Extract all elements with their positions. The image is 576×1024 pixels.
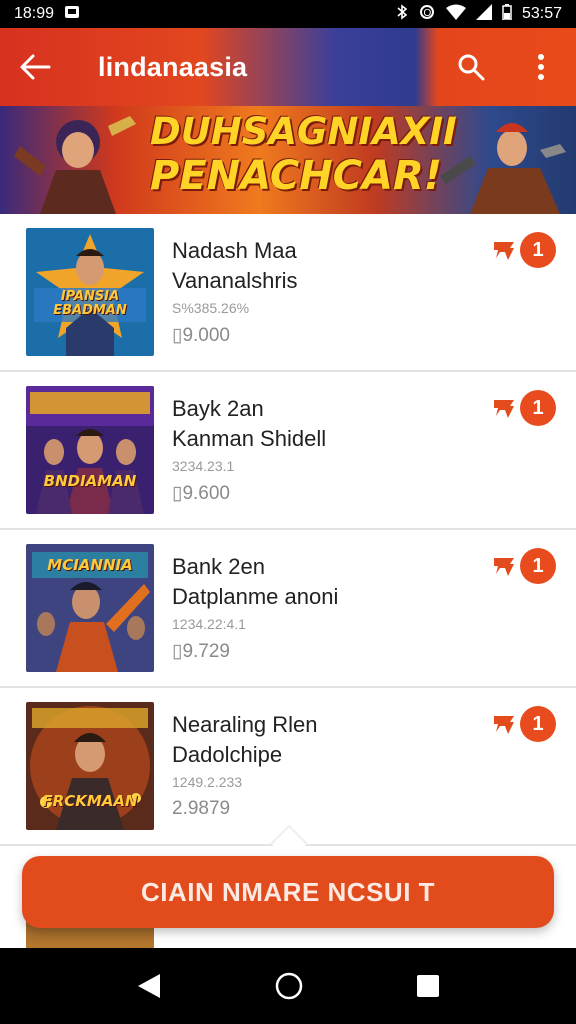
back-arrow-icon xyxy=(20,54,51,80)
item-title: Bank 2en xyxy=(172,554,265,579)
more-vert-icon xyxy=(538,54,544,80)
item-meta: S%385.26% xyxy=(172,300,250,316)
item-thumbnail: IPANSIA EBADMAN xyxy=(26,228,154,356)
banner-headline: DUHSAGNIAXII PENACHCAR! xyxy=(150,110,457,199)
status-time-left: 18:99 xyxy=(14,5,55,22)
banner-line-2: PENACHCAR! xyxy=(150,153,443,199)
overflow-menu-button[interactable] xyxy=(506,28,576,106)
item-meta: 3234.23.1 xyxy=(172,458,235,474)
list-item[interactable]: MCIANNIA Bank 2en Datplanme anoni 1234.2… xyxy=(0,530,576,688)
system-nav-bar xyxy=(0,948,576,1024)
notification-icon xyxy=(64,5,80,24)
nav-home-icon[interactable] xyxy=(274,971,304,1001)
item-price: 2.9879 xyxy=(172,798,231,819)
item-title: Nadash Maa xyxy=(172,238,297,263)
tag-icon[interactable] xyxy=(492,554,516,578)
item-thumbnail-caption: MCIANNIA xyxy=(47,556,133,574)
item-title: Nearaling Rlen xyxy=(172,712,318,737)
count-badge[interactable]: 1 xyxy=(520,706,556,742)
promo-banner[interactable]: DUHSAGNIAXII PENACHCAR! xyxy=(0,106,576,214)
item-price: ▯9.600 xyxy=(172,483,231,504)
item-meta: 1234.22:4.1 xyxy=(172,616,246,632)
count-badge[interactable]: 1 xyxy=(520,390,556,426)
tag-icon[interactable] xyxy=(492,396,516,420)
item-meta: 1249.2.233 xyxy=(172,774,243,790)
data-icon: O xyxy=(418,4,436,25)
game-list: IPANSIA EBADMAN Nadash Maa Vananalshris … xyxy=(0,214,576,846)
signal-icon xyxy=(475,3,492,25)
status-bar: 18:99 O 53:57 xyxy=(0,0,576,28)
item-subtitle: Dadolchipe xyxy=(172,742,283,767)
app-bar: lindanaasia xyxy=(0,28,576,106)
item-price: ▯9.729 xyxy=(172,641,231,662)
search-button[interactable] xyxy=(436,28,506,106)
item-thumbnail: MCIANNIA xyxy=(26,544,154,672)
tag-icon[interactable] xyxy=(492,712,516,736)
app-title: lindanaasia xyxy=(98,51,248,82)
list-item[interactable]: IPANSIA EBADMAN Nadash Maa Vananalshris … xyxy=(0,214,576,372)
banner-line-1: DUHSAGNIAXII xyxy=(150,110,457,153)
item-thumbnail-caption: IPANSIA EBADMAN xyxy=(53,289,127,318)
item-subtitle: Datplanme anoni xyxy=(172,584,339,609)
battery-icon xyxy=(502,3,512,25)
nav-recents-icon[interactable] xyxy=(416,974,440,998)
item-thumbnail-caption: BNDIAMAN xyxy=(43,472,137,490)
cta-container: CIAIN NMARE NCSUI T xyxy=(0,824,576,948)
count-badge[interactable]: 1 xyxy=(520,548,556,584)
item-thumbnail: FRCKMAAN xyxy=(26,702,154,830)
svg-text:O: O xyxy=(423,8,431,19)
status-time-right: 53:57 xyxy=(521,5,562,22)
item-title: Bayk 2an xyxy=(172,396,264,421)
search-icon xyxy=(458,54,485,81)
count-badge[interactable]: 1 xyxy=(520,232,556,268)
item-thumbnail-caption: FRCKMAAN xyxy=(42,792,138,810)
tag-icon[interactable] xyxy=(492,238,516,262)
item-thumbnail: BNDIAMAN xyxy=(26,386,154,514)
wifi-icon xyxy=(445,4,466,25)
primary-action-button[interactable]: CIAIN NMARE NCSUI T xyxy=(22,856,554,928)
item-subtitle: Kanman Shidell xyxy=(172,426,327,451)
list-item[interactable]: FRCKMAAN Nearaling Rlen Dadolchipe 1249.… xyxy=(0,688,576,846)
list-item[interactable]: BNDIAMAN Bayk 2an Kanman Shidell 3234.23… xyxy=(0,372,576,530)
nav-back-icon[interactable] xyxy=(136,972,162,1000)
item-price: ▯9.000 xyxy=(172,325,231,346)
back-button[interactable] xyxy=(0,28,70,106)
bluetooth-icon xyxy=(396,3,408,25)
item-subtitle: Vananalshris xyxy=(172,268,298,293)
